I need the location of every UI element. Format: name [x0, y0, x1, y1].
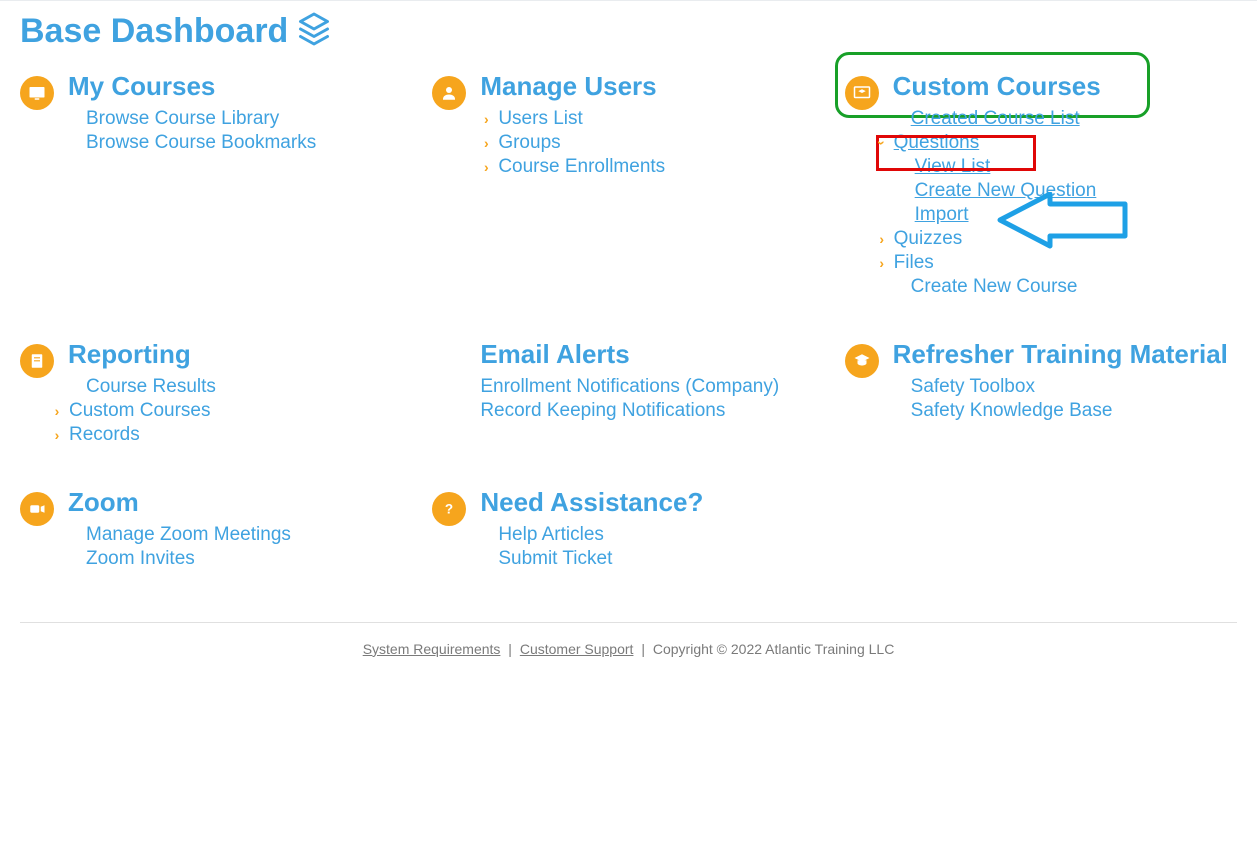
- link-create-new-course[interactable]: Create New Course: [911, 276, 1078, 298]
- footer-separator: |: [641, 641, 645, 657]
- chevron-right-icon: ›: [480, 111, 492, 127]
- link-course-results[interactable]: Course Results: [86, 376, 216, 398]
- card-reporting: Reporting Course Results › Custom Courses…: [20, 340, 412, 448]
- link-questions[interactable]: Questions: [894, 132, 980, 154]
- chevron-down-icon: ›: [874, 137, 890, 149]
- footer-copyright: Copyright © 2022 Atlantic Training LLC: [653, 641, 894, 657]
- my-courses-title[interactable]: My Courses: [68, 72, 412, 102]
- link-created-course-list[interactable]: Created Course List: [911, 108, 1080, 130]
- link-manage-zoom-meetings[interactable]: Manage Zoom Meetings: [86, 524, 291, 546]
- chevron-right-icon: ›: [876, 255, 888, 271]
- graduation-monitor-icon: [845, 76, 879, 110]
- chevron-right-icon: ›: [876, 231, 888, 247]
- link-view-list[interactable]: View List: [915, 156, 991, 178]
- link-import[interactable]: Import: [915, 204, 969, 226]
- card-custom-courses: Custom Courses Created Course List › Ques…: [845, 72, 1237, 300]
- card-refresher: Refresher Training Material Safety Toolb…: [845, 340, 1237, 448]
- link-files[interactable]: Files: [894, 252, 934, 274]
- chevron-right-icon: ›: [51, 403, 63, 419]
- need-assistance-title[interactable]: Need Assistance?: [480, 488, 824, 518]
- link-submit-ticket[interactable]: Submit Ticket: [498, 548, 612, 570]
- manage-users-title[interactable]: Manage Users: [480, 72, 824, 102]
- link-enroll-notifications[interactable]: Enrollment Notifications (Company): [480, 376, 779, 398]
- page-title-row: Base Dashboard: [20, 11, 1237, 52]
- card-my-courses: My Courses Browse Course Library Browse …: [20, 72, 412, 300]
- custom-courses-title[interactable]: Custom Courses: [893, 72, 1237, 102]
- chevron-right-icon: ›: [51, 427, 63, 443]
- chevron-right-icon: ›: [480, 159, 492, 175]
- card-zoom: Zoom Manage Zoom Meetings Zoom Invites: [20, 488, 412, 572]
- link-help-articles[interactable]: Help Articles: [498, 524, 604, 546]
- link-customer-support[interactable]: Customer Support: [520, 641, 634, 657]
- card-email-alerts: Email Alerts Enrollment Notifications (C…: [432, 340, 824, 448]
- refresher-title[interactable]: Refresher Training Material: [893, 340, 1237, 370]
- zoom-title[interactable]: Zoom: [68, 488, 412, 518]
- card-manage-users: Manage Users › Users List › Groups › Course…: [432, 72, 824, 300]
- link-groups[interactable]: Groups: [498, 132, 560, 154]
- link-system-requirements[interactable]: System Requirements: [363, 641, 501, 657]
- footer-separator: |: [508, 641, 512, 657]
- user-icon: [432, 76, 466, 110]
- link-records[interactable]: Records: [69, 424, 140, 446]
- link-safety-toolbox[interactable]: Safety Toolbox: [911, 376, 1035, 398]
- link-users-list[interactable]: Users List: [498, 108, 582, 130]
- link-zoom-invites[interactable]: Zoom Invites: [86, 548, 195, 570]
- link-browse-bookmarks[interactable]: Browse Course Bookmarks: [86, 132, 316, 154]
- link-reporting-custom-courses[interactable]: Custom Courses: [69, 400, 211, 422]
- chevron-right-icon: ›: [480, 135, 492, 151]
- footer: System Requirements | Customer Support |…: [20, 622, 1237, 687]
- link-course-enrollments[interactable]: Course Enrollments: [498, 156, 665, 178]
- svg-text:?: ?: [445, 501, 453, 516]
- monitor-icon: [20, 76, 54, 110]
- question-icon: ?: [432, 492, 466, 526]
- video-icon: [20, 492, 54, 526]
- graduation-cap-icon: [845, 344, 879, 378]
- email-alerts-title[interactable]: Email Alerts: [480, 340, 824, 370]
- stack-icon: [296, 11, 332, 52]
- card-need-assistance: ? Need Assistance? Help Articles Submit …: [432, 488, 824, 572]
- link-browse-library[interactable]: Browse Course Library: [86, 108, 279, 130]
- link-create-new-question[interactable]: Create New Question: [915, 180, 1097, 202]
- link-quizzes[interactable]: Quizzes: [894, 228, 963, 250]
- page-title: Base Dashboard: [20, 12, 288, 51]
- link-record-notifications[interactable]: Record Keeping Notifications: [480, 400, 725, 422]
- link-safety-knowledge[interactable]: Safety Knowledge Base: [911, 400, 1113, 422]
- document-icon: [20, 344, 54, 378]
- reporting-title[interactable]: Reporting: [68, 340, 412, 370]
